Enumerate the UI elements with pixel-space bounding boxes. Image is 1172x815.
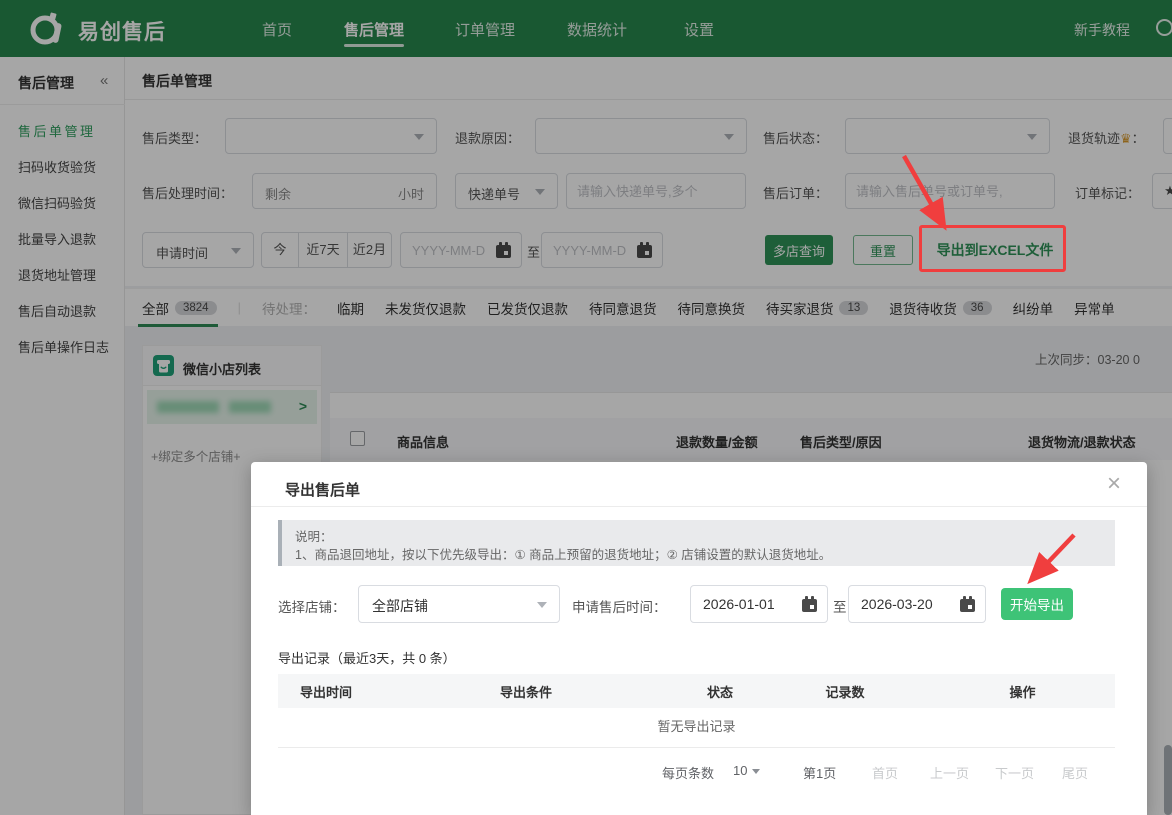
chevron-down-icon bbox=[752, 769, 760, 778]
close-icon[interactable]: × bbox=[1107, 472, 1121, 496]
note-title: 说明： bbox=[295, 526, 333, 545]
start-export-button[interactable]: 开始导出 bbox=[1001, 588, 1073, 620]
col-export-condition: 导出条件 bbox=[480, 682, 680, 701]
app-window: 易创售后 首页 售后管理 订单管理 数据统计 设置 新手教程 售后管理 « 售后… bbox=[0, 0, 1172, 815]
export-date-to-value: 2026-03-20 bbox=[861, 596, 933, 612]
export-records-title: 导出记录（最近3天，共 0 条） bbox=[278, 648, 456, 667]
first-page-button[interactable]: 首页 bbox=[872, 763, 898, 782]
next-page-button[interactable]: 下一页 bbox=[995, 763, 1034, 782]
shop-select-label: 选择店铺： bbox=[278, 596, 346, 616]
col-export-status: 状态 bbox=[680, 682, 760, 701]
apply-period-label: 申请售后时间： bbox=[572, 596, 667, 616]
dialog-note: 说明： 1、商品退回地址，按以下优先级导出：① 商品上预留的退货地址；② 店铺设… bbox=[278, 520, 1115, 566]
export-table-header: 导出时间 导出条件 状态 记录数 操作 bbox=[278, 674, 1115, 708]
calendar-icon[interactable] bbox=[801, 596, 818, 613]
scrollbar-thumb[interactable] bbox=[1164, 745, 1172, 815]
chevron-down-icon bbox=[537, 602, 547, 613]
shop-select[interactable]: 全部店铺 bbox=[358, 585, 560, 623]
dialog-divider bbox=[251, 506, 1147, 507]
export-date-from[interactable]: 2026-01-01 bbox=[690, 585, 828, 623]
export-table-divider bbox=[278, 747, 1115, 748]
note-line: 1、商品退回地址，按以下优先级导出：① 商品上预留的退货地址；② 店铺设置的默认… bbox=[295, 544, 831, 563]
shop-select-value: 全部店铺 bbox=[372, 596, 428, 616]
col-export-action: 操作 bbox=[930, 682, 1115, 701]
export-date-to-label: 至 bbox=[833, 596, 847, 616]
export-dialog: 导出售后单 × 说明： 1、商品退回地址，按以下优先级导出：① 商品上预留的退货… bbox=[251, 462, 1147, 815]
current-page-indicator: 第1页 bbox=[803, 763, 836, 782]
calendar-icon[interactable] bbox=[959, 596, 976, 613]
per-page-select[interactable]: 10 bbox=[733, 763, 747, 778]
export-date-from-value: 2026-01-01 bbox=[703, 596, 775, 612]
col-export-count: 记录数 bbox=[760, 682, 930, 701]
col-export-time: 导出时间 bbox=[278, 682, 480, 701]
dialog-title: 导出售后单 bbox=[285, 479, 360, 500]
export-date-to[interactable]: 2026-03-20 bbox=[848, 585, 986, 623]
last-page-button[interactable]: 尾页 bbox=[1062, 763, 1088, 782]
prev-page-button[interactable]: 上一页 bbox=[930, 763, 969, 782]
export-empty-text: 暂无导出记录 bbox=[278, 716, 1115, 735]
per-page-label: 每页条数 bbox=[662, 763, 714, 782]
